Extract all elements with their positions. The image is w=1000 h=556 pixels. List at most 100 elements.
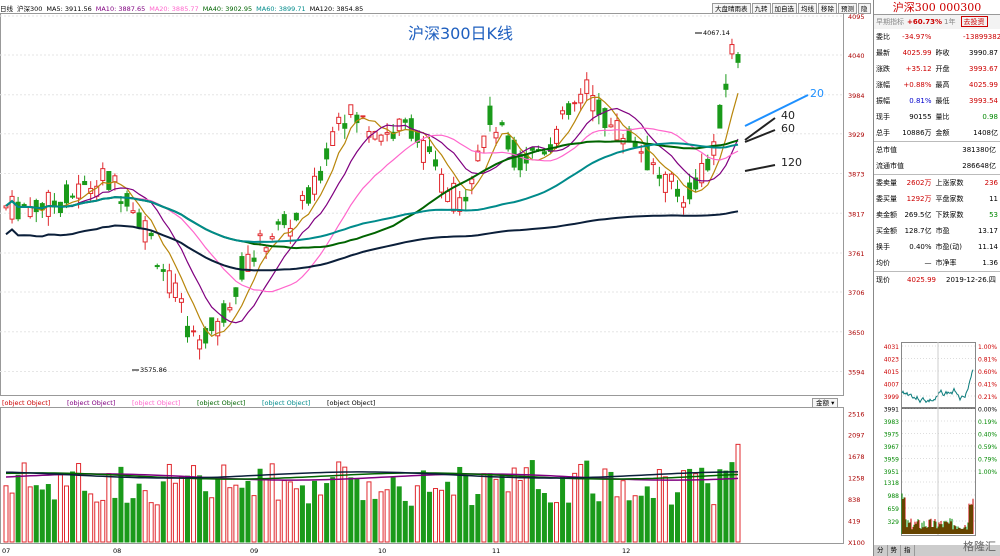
volume-bar bbox=[535, 489, 541, 543]
candle-body bbox=[33, 200, 39, 213]
quote-label: 买金额 bbox=[876, 227, 897, 235]
quote-label: 上涨家数 bbox=[935, 179, 964, 187]
volume-bar bbox=[293, 488, 299, 543]
volume-bar bbox=[402, 500, 408, 543]
candle-body bbox=[305, 187, 311, 204]
price-tick: 3594 bbox=[848, 369, 865, 377]
mini-tick: 988 bbox=[888, 493, 900, 500]
mini-tick: 3983 bbox=[884, 419, 899, 426]
volume-bar bbox=[735, 443, 741, 543]
candle-body bbox=[130, 210, 136, 214]
candle-body bbox=[662, 173, 668, 193]
candle-body bbox=[554, 128, 560, 144]
mini-tick: 3967 bbox=[884, 444, 899, 451]
vol-legend-item: [object Object] bbox=[132, 399, 180, 407]
candle-body bbox=[318, 170, 324, 181]
price-tick: 4095 bbox=[848, 13, 865, 21]
volume-bar bbox=[88, 493, 94, 543]
volume-bar bbox=[136, 483, 142, 543]
price-tick: 3817 bbox=[848, 210, 865, 218]
tab-0[interactable]: 分 bbox=[874, 545, 888, 556]
volume-bar bbox=[112, 497, 118, 543]
candle-body bbox=[729, 44, 735, 55]
volume-bar bbox=[239, 487, 245, 543]
volume-bar bbox=[675, 492, 681, 543]
candle-body bbox=[384, 132, 390, 135]
price-tick: 3706 bbox=[848, 289, 865, 297]
quote-label: 下跌家数 bbox=[935, 211, 964, 219]
breadth-rows: 委卖量 2602万 上涨家数 236 委买量 1292万 平盘家数 11 卖金额 269.5亿 下跌… bbox=[874, 175, 1000, 271]
volume-bar bbox=[602, 468, 608, 543]
volume-bar bbox=[227, 487, 233, 543]
volume-bar bbox=[154, 504, 160, 543]
candle-body bbox=[481, 135, 487, 148]
candle-body bbox=[578, 93, 584, 104]
candle-body bbox=[281, 214, 287, 226]
invest-button[interactable]: 去投资 bbox=[960, 16, 988, 27]
volume-bar bbox=[511, 467, 517, 543]
date-tick: 08 bbox=[113, 547, 121, 555]
volume-bar bbox=[324, 483, 330, 543]
volume-bar bbox=[408, 505, 414, 543]
volume-bar bbox=[106, 473, 112, 543]
volume-bar bbox=[566, 502, 572, 543]
market-cap-rows: 总市值 381380亿 流通市值 286648亿 bbox=[874, 142, 1000, 174]
volume-bar bbox=[184, 475, 190, 543]
price-tick: 3650 bbox=[848, 329, 865, 337]
volume-bar bbox=[426, 491, 432, 543]
intraday-chart[interactable]: 4031 4023 4015 4007 3999 3991 3983 3975 3967 3959… bbox=[874, 342, 1000, 542]
mini-tick: 3959 bbox=[884, 457, 899, 464]
volume-bar bbox=[705, 483, 711, 543]
quote-value: 381380亿 bbox=[962, 146, 996, 154]
candle-body bbox=[221, 303, 227, 323]
quote-panel: 沪深300 000300 早期指标 +60.73% 1年 去投资 委比 -34.9… bbox=[873, 0, 1000, 556]
price-tick: 3984 bbox=[848, 92, 865, 100]
volume-bar bbox=[578, 463, 584, 543]
quote-label: 流通市值 bbox=[876, 162, 904, 170]
volume-bar bbox=[632, 495, 638, 543]
candle-body bbox=[263, 247, 269, 252]
candle-body bbox=[160, 269, 166, 272]
candle-body bbox=[505, 135, 511, 150]
quote-value: 236 bbox=[984, 179, 998, 187]
volume-bar bbox=[457, 466, 463, 543]
kline-panel[interactable]: 日线 沪深300 MA5: 3911.56 MA10: 3887.65 MA20: 38… bbox=[0, 0, 872, 556]
candle-body bbox=[312, 175, 318, 195]
candle-body bbox=[420, 140, 426, 163]
volume-tick: X100 bbox=[848, 539, 865, 547]
volume-bar bbox=[275, 499, 281, 543]
volume-bar bbox=[723, 470, 729, 543]
volume-bar bbox=[336, 461, 342, 543]
quote-label: 委比 bbox=[876, 33, 890, 41]
quote-label: 最低 bbox=[935, 97, 950, 105]
early-indicator-row: 早期指标 +60.73% 1年 去投资 bbox=[874, 15, 1000, 29]
kline-chart[interactable]: 4095 4040 3984 3929 3873 3817 3761 3706 3650 3594… bbox=[0, 0, 872, 556]
tab-1[interactable]: 势 bbox=[888, 545, 901, 556]
quote-row: 委卖量 2602万 上涨家数 236 bbox=[874, 175, 1000, 191]
candle-body bbox=[324, 148, 330, 160]
now-row: 现价 4025.99 2019-12-26.四 bbox=[874, 272, 1000, 288]
candle-body bbox=[596, 99, 602, 116]
volume-bar bbox=[3, 485, 9, 543]
volume-bar bbox=[245, 480, 251, 543]
quote-label: 昨收 bbox=[935, 49, 950, 57]
volume-tick: 838 bbox=[848, 496, 860, 504]
quote-label: 总手 bbox=[876, 129, 890, 137]
mini-tick: 4015 bbox=[884, 369, 899, 376]
vol-selector[interactable]: 金额 ▾ bbox=[812, 398, 839, 408]
candle-body bbox=[336, 116, 342, 124]
quote-label: 均价 bbox=[876, 259, 890, 267]
early-indicator-period: 1年 bbox=[944, 18, 956, 26]
tab-2[interactable]: 指 bbox=[901, 545, 915, 556]
candle-body bbox=[426, 146, 432, 153]
volume-bar bbox=[100, 499, 106, 543]
mini-tick: 4007 bbox=[884, 382, 899, 389]
early-indicator-label: 早期指标 bbox=[876, 18, 904, 26]
candle-body bbox=[348, 104, 354, 116]
volume-bar bbox=[493, 478, 499, 543]
candle-body bbox=[184, 325, 190, 338]
candle-body bbox=[330, 131, 336, 147]
volume-bar bbox=[487, 473, 493, 543]
mini-pct-tick: 0.19% bbox=[978, 419, 997, 426]
quote-label: 委买量 bbox=[876, 195, 897, 203]
